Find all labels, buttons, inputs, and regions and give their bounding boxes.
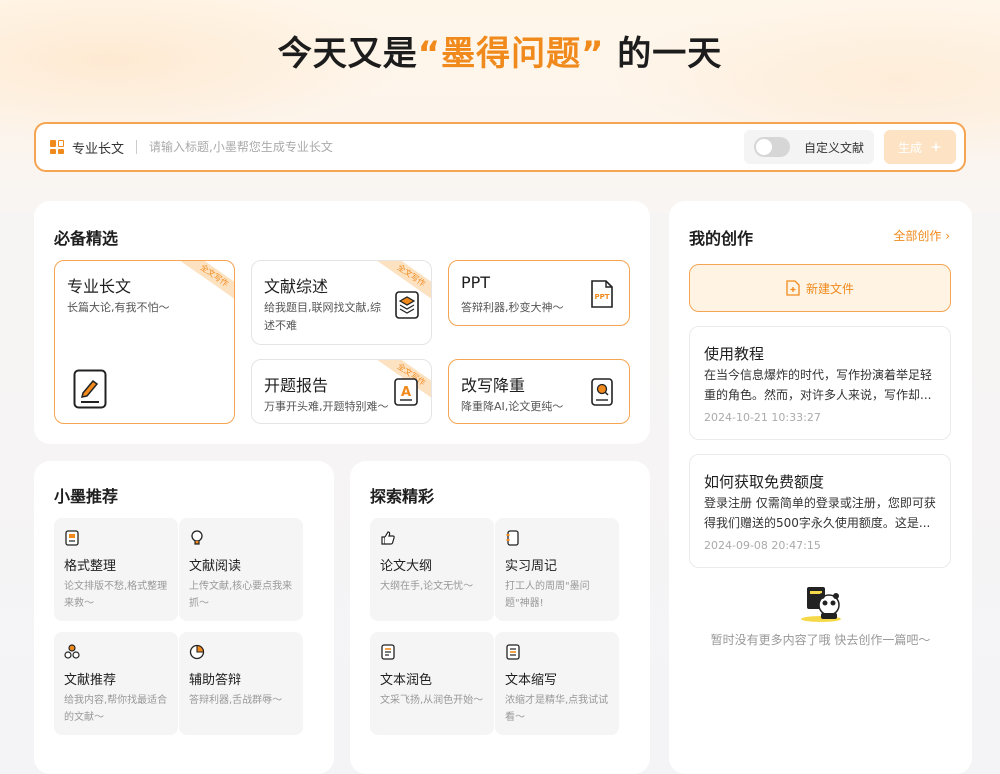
ppt-icon-text: PPT [594, 293, 609, 301]
mode-selector[interactable]: 专业长文 [72, 138, 124, 157]
new-file-label: 新建文件 [805, 281, 854, 296]
item-desc: 大纲在手,论文无忧～ [380, 581, 474, 592]
search-document-icon [591, 378, 613, 406]
item-title: 文献阅读 [189, 559, 242, 574]
item-desc: 浓缩才是精华,点我试试看～ [505, 695, 609, 723]
sparkle-icon [930, 141, 942, 153]
divider [136, 140, 138, 154]
circles-icon [64, 644, 80, 659]
full-writing-ribbon: 全文写作 [177, 261, 234, 305]
work-item[interactable]: 使用教程 在当今信息爆炸的时代，写作扮演着举足轻重的角色。然而，对许多人来说，写… [689, 326, 951, 440]
card-desc: 万事开头难,开题特别难～ [264, 400, 389, 413]
new-file-button[interactable]: 新建文件 [689, 264, 951, 312]
grid-icon [50, 140, 64, 154]
item-title: 论文大纲 [380, 559, 433, 574]
thumbs-up-icon [381, 531, 395, 545]
card-desc: 给我题目,联网找文献,综述不难 [264, 301, 381, 332]
page-title-accent: “墨得问题” [417, 34, 605, 74]
explore-item-outline[interactable]: 论文大纲 大纲在手,论文无忧～ [370, 518, 494, 621]
card-rewrite[interactable]: 改写降重 降重降AI,论文更纯～ [448, 359, 630, 424]
text-lines-icon [381, 644, 395, 660]
item-desc: 打工人的周周"墨问题"神器! [505, 581, 590, 609]
item-title: 格式整理 [64, 559, 117, 574]
card-title: 改写降重 [461, 376, 526, 395]
essentials-title: 必备精选 [54, 229, 119, 248]
lightbulb-icon [191, 530, 203, 545]
document-lines-icon [506, 644, 520, 660]
custom-doc-control: 自定义文献 [743, 130, 874, 164]
work-item[interactable]: 如何获取免费额度 登录注册 仅需简单的登录或注册，您即可获得我们赠送的500字永… [689, 454, 951, 568]
recommend-item-defense[interactable]: 辅助答辩 答辩利器,舌战群辱～ [179, 632, 303, 735]
all-works-link[interactable]: 全部创作 › [893, 227, 950, 244]
my-works-panel: 我的创作 全部创作 › 新建文件 使用教程 在当今信息爆炸的时代，写作扮演着举足… [669, 201, 972, 774]
my-works-title: 我的创作 [689, 229, 754, 248]
work-excerpt: 登录注册 仅需简单的登录或注册，您即可获得我们赠送的500字永久使用额度。这是.… [704, 496, 936, 530]
item-title: 辅助答辩 [189, 673, 242, 688]
card-title: 开题报告 [264, 376, 329, 395]
explore-item-internship[interactable]: 实习周记 打工人的周周"墨问题"神器! [495, 518, 619, 621]
recommend-panel: 小墨推荐 格式整理 论文排版不愁,格式整理来救～ 文献阅读 上传文献,核心要点我… [34, 461, 334, 774]
pencil-document-icon [73, 369, 107, 409]
card-ppt[interactable]: PPT 答辩利器,秒变大神～ PPT [448, 260, 630, 326]
item-title: 实习周记 [505, 559, 558, 574]
recommend-title: 小墨推荐 [54, 487, 119, 506]
item-title: 文本缩写 [505, 673, 558, 688]
item-desc: 给我内容,帮你找最适合的文献～ [64, 695, 168, 723]
card-title: PPT [461, 273, 491, 292]
item-title: 文本润色 [380, 673, 433, 688]
recommend-item-reading[interactable]: 文献阅读 上传文献,核心要点我来抓～ [179, 518, 303, 621]
panda-mascot-icon [801, 587, 841, 622]
card-title: 专业长文 [67, 277, 132, 296]
generate-button[interactable]: 生成 [884, 130, 956, 164]
title-input[interactable] [149, 140, 744, 154]
explore-item-abbreviate[interactable]: 文本缩写 浓缩才是精华,点我试试看～ [495, 632, 619, 735]
ppt-file-icon: PPT [591, 280, 613, 308]
card-desc: 答辩利器,秒变大神～ [461, 301, 564, 314]
chevron-right-icon: › [945, 229, 950, 243]
recommend-item-recommend[interactable]: 文献推荐 给我内容,帮你找最适合的文献～ [54, 632, 178, 735]
card-long-article[interactable]: 全文写作 专业长文 长篇大论,有我不怕～ [54, 260, 235, 424]
explore-item-polish[interactable]: 文本润色 文采飞扬,从润色开始～ [370, 632, 494, 735]
layers-icon [395, 291, 419, 319]
all-works-label: 全部创作 [893, 229, 942, 243]
work-date: 2024-10-21 10:33:27 [704, 411, 821, 424]
generate-label: 生成 [897, 140, 922, 155]
pie-chart-icon [189, 644, 205, 660]
work-title: 如何获取免费额度 [704, 473, 825, 491]
card-proposal-report[interactable]: 全文写作 开题报告 万事开头难,开题特别难～ A [251, 359, 432, 424]
custom-doc-label: 自定义文献 [803, 140, 864, 155]
letter-a-icon-text: A [401, 385, 411, 400]
explore-panel: 探索精彩 论文大纲 大纲在手,论文无忧～ 实习周记 打工人的周周"墨问题"神器!… [350, 461, 650, 774]
work-title: 使用教程 [704, 345, 765, 363]
new-file-icon [786, 280, 800, 296]
card-desc: 降重降AI,论文更纯～ [461, 400, 564, 413]
item-desc: 论文排版不愁,格式整理来救～ [64, 581, 168, 609]
letter-a-document-icon: A [394, 378, 418, 406]
notebook-icon [506, 530, 519, 546]
card-literature-review[interactable]: 全文写作 文献综述 给我题目,联网找文献,综述不难 [251, 260, 432, 345]
recommend-item-format[interactable]: 格式整理 论文排版不愁,格式整理来救～ [54, 518, 178, 621]
work-excerpt: 在当今信息爆炸的时代，写作扮演着举足轻重的角色。然而，对许多人来说，写作却... [704, 368, 933, 402]
item-title: 文献推荐 [64, 673, 117, 688]
explore-title: 探索精彩 [370, 487, 435, 506]
format-icon [65, 530, 79, 546]
essentials-panel: 必备精选 全文写作 专业长文 长篇大论,有我不怕～ 全文写作 文献综述 给我题目… [34, 201, 650, 444]
custom-doc-toggle[interactable] [753, 137, 790, 157]
work-date: 2024-09-08 20:47:15 [704, 539, 821, 552]
item-desc: 上传文献,核心要点我来抓～ [189, 581, 293, 609]
empty-tip: 暂时没有更多内容了哦 快去创作一篇吧～ [710, 633, 931, 647]
card-title: 文献综述 [264, 277, 329, 296]
page-title: 今天又是“墨得问题” 的一天 [277, 34, 723, 74]
item-desc: 文采飞扬,从润色开始～ [380, 695, 484, 706]
search-bar: 专业长文 自定义文献 生成 [34, 122, 966, 172]
item-desc: 答辩利器,舌战群辱～ [189, 695, 283, 706]
card-desc: 长篇大论,有我不怕～ [67, 301, 170, 314]
